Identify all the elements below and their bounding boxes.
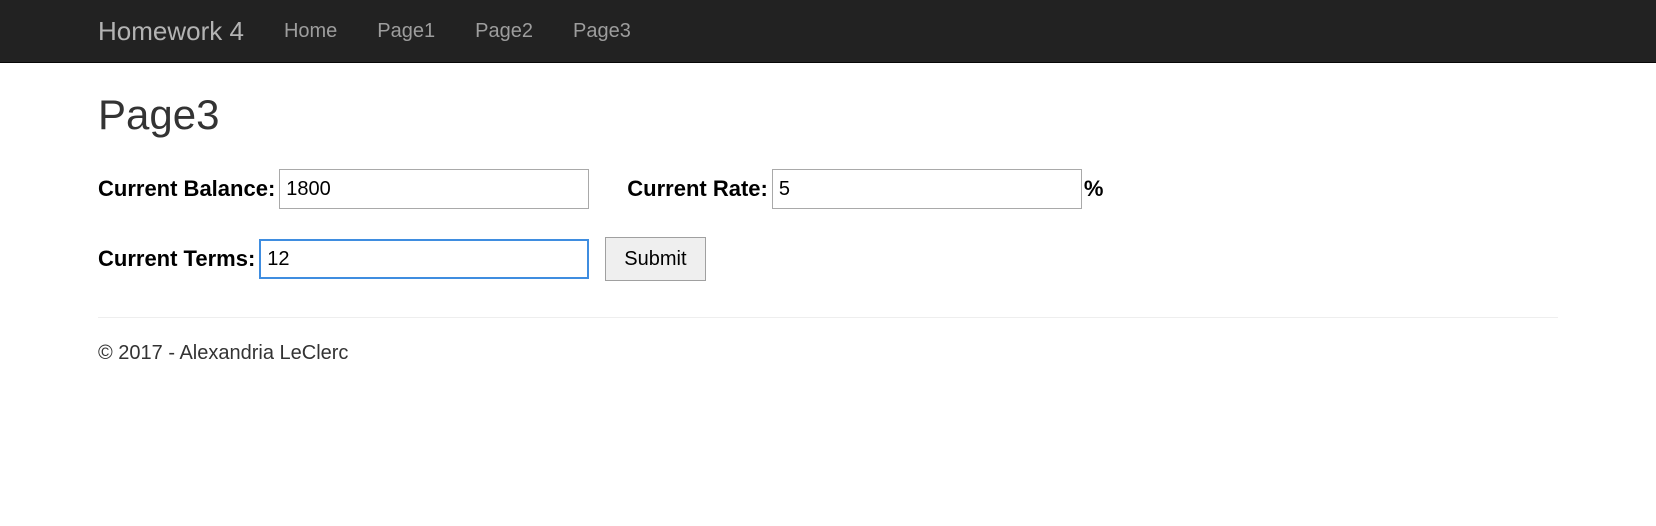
nav-link-home[interactable]: Home xyxy=(284,20,337,43)
balance-group: Current Balance: xyxy=(98,169,589,209)
submit-button[interactable]: Submit xyxy=(605,237,705,281)
page-title: Page3 xyxy=(98,91,1558,139)
footer-divider xyxy=(98,317,1558,318)
rate-unit: % xyxy=(1084,176,1104,202)
terms-group: Current Terms: xyxy=(98,239,589,279)
navbar: Homework 4 Home Page1 Page2 Page3 xyxy=(0,0,1656,63)
nav-link-page2[interactable]: Page2 xyxy=(475,20,533,43)
terms-input[interactable] xyxy=(259,239,589,279)
nav-link-page1[interactable]: Page1 xyxy=(377,20,435,43)
nav-link-page3[interactable]: Page3 xyxy=(573,20,631,43)
main-container: Page3 Current Balance: Current Rate: % C… xyxy=(98,63,1558,405)
balance-input[interactable] xyxy=(279,169,589,209)
rate-label: Current Rate: xyxy=(627,176,768,202)
navbar-inner: Homework 4 Home Page1 Page2 Page3 xyxy=(98,0,1558,62)
footer-text: © 2017 - Alexandria LeClerc xyxy=(98,342,1558,405)
rate-input[interactable] xyxy=(772,169,1082,209)
navbar-brand[interactable]: Homework 4 xyxy=(98,18,244,44)
terms-label: Current Terms: xyxy=(98,246,255,272)
form-row-2: Current Terms: Submit xyxy=(98,237,1558,281)
rate-group: Current Rate: % xyxy=(627,169,1103,209)
form-row-1: Current Balance: Current Rate: % xyxy=(98,169,1558,209)
navbar-links: Home Page1 Page2 Page3 xyxy=(284,20,631,43)
balance-label: Current Balance: xyxy=(98,176,275,202)
